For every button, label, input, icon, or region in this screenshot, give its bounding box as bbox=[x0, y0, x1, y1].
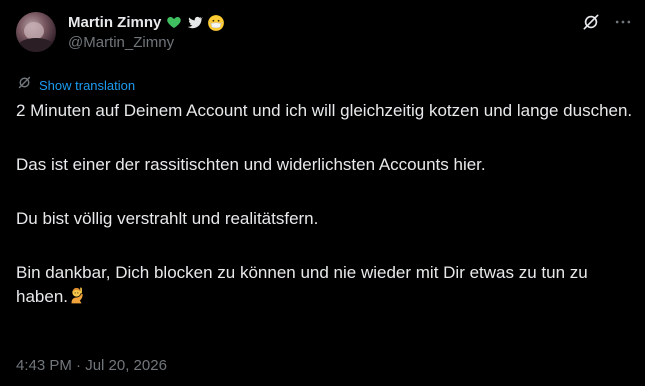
tweet-paragraph: Das ist einer der rassitischten und wide… bbox=[16, 155, 486, 174]
show-translation-label[interactable]: Show translation bbox=[39, 78, 135, 93]
more-options-icon[interactable] bbox=[613, 12, 633, 32]
tweet-timestamp[interactable]: 4:43 PM · Jul 20, 2026 bbox=[16, 357, 167, 374]
tweet-top-actions bbox=[581, 12, 633, 32]
green-heart-icon bbox=[165, 14, 182, 31]
tweet-card: Martin Zimny @Martin_Zimny Show translat… bbox=[0, 0, 645, 386]
translate-icon bbox=[16, 74, 33, 96]
author-name-row: Martin Zimny bbox=[68, 12, 225, 32]
tweet-paragraph: Du bist völlig verstrahlt und realitätsf… bbox=[16, 209, 319, 228]
show-translation-button[interactable]: Show translation bbox=[16, 76, 135, 94]
tweet-paragraph: 2 Minuten auf Deinem Account und ich wil… bbox=[16, 101, 633, 120]
tweet-paragraph-last: Bin dankbar, Dich blocken zu können und … bbox=[16, 261, 634, 309]
grok-icon[interactable] bbox=[581, 12, 601, 32]
tweet-paragraph: Bin dankbar, Dich blocken zu können und … bbox=[16, 263, 588, 306]
avatar[interactable] bbox=[16, 12, 56, 52]
bird-icon bbox=[186, 14, 203, 31]
avatar-shoulders bbox=[18, 38, 54, 52]
tweet-text: 2 Minuten auf Deinem Account und ich wil… bbox=[16, 99, 634, 309]
person-raising-hand-icon bbox=[69, 285, 89, 305]
author-handle[interactable]: @Martin_Zimny bbox=[68, 34, 174, 51]
author-display-name[interactable]: Martin Zimny bbox=[68, 14, 161, 31]
mask-face-icon bbox=[207, 14, 225, 31]
